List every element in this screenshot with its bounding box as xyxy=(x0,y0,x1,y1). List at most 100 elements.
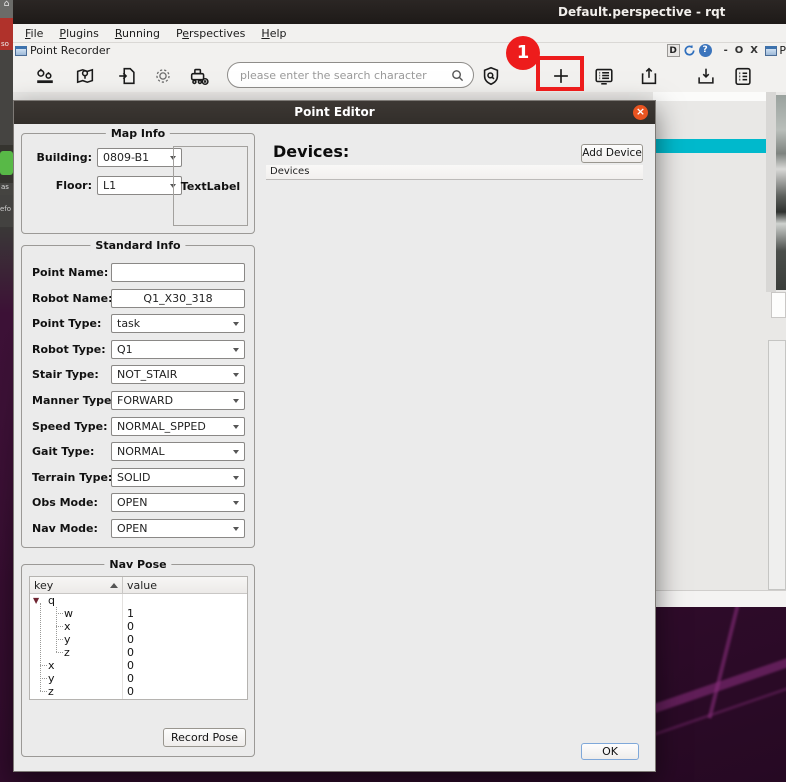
robot-settings-icon[interactable] xyxy=(187,64,211,88)
manner-type-select[interactable]: FORWARD xyxy=(111,391,245,410)
speed-type-label: Speed Type: xyxy=(32,420,108,433)
field-row: Gait Type:NORMAL xyxy=(22,442,256,462)
point-name-label: Point Name: xyxy=(32,266,108,279)
menu-running[interactable]: Running xyxy=(107,25,168,42)
record-pose-button[interactable]: Record Pose xyxy=(163,728,246,747)
nav-pose-group: Nav Pose key value ▼qw1x0y0z0x0y0z0 Reco… xyxy=(21,564,255,757)
terrain-type-label: Terrain Type: xyxy=(32,471,112,484)
terrain-type-select[interactable]: SOLID xyxy=(111,468,245,487)
obs-mode-label: Obs Mode: xyxy=(32,496,98,509)
launcher-item[interactable] xyxy=(0,50,13,145)
manner-type-label: Manner Type: xyxy=(32,394,116,407)
stair-type-select[interactable]: NOT_STAIR xyxy=(111,365,245,384)
floor-select[interactable]: L1 xyxy=(97,176,182,195)
save-file-icon[interactable] xyxy=(115,64,139,88)
field-row: Point Type: task xyxy=(22,314,256,334)
record-settings-icon[interactable] xyxy=(33,64,57,88)
point-type-select[interactable]: task xyxy=(111,314,245,333)
search-input[interactable] xyxy=(240,69,451,82)
dock-d-button[interactable]: D xyxy=(667,44,680,57)
expand-arrow-icon[interactable]: ▼ xyxy=(33,596,39,605)
ok-button[interactable]: OK xyxy=(581,743,639,760)
chevron-down-icon xyxy=(233,399,239,403)
tree-row-x[interactable]: x0 xyxy=(30,620,247,633)
menu-perspectives[interactable]: Perspectives xyxy=(168,25,253,42)
export-icon[interactable] xyxy=(637,64,661,88)
help-icon[interactable]: ? xyxy=(699,44,712,57)
screen-titlebar: Default.perspective - rqt xyxy=(0,0,786,24)
point-type-label: Point Type: xyxy=(32,317,101,330)
background-panel xyxy=(653,92,766,101)
nav-mode-select[interactable]: OPEN xyxy=(111,519,245,538)
field-row: Nav Mode:OPEN xyxy=(22,519,256,539)
building-select[interactable]: 0809-B1 xyxy=(97,148,182,167)
point-editor-dialog: Point Editor × Map Info Building: 0809-B… xyxy=(13,100,656,772)
devices-table-header[interactable]: Devices xyxy=(266,165,643,180)
robot-name-label: Robot Name: xyxy=(32,292,113,305)
dialog-title: Point Editor xyxy=(294,105,374,119)
scrollbar[interactable] xyxy=(766,92,776,292)
field-row: Stair Type: NOT_STAIR xyxy=(22,365,256,385)
point-name-input[interactable] xyxy=(111,263,245,282)
tree-header: key value xyxy=(30,577,247,594)
launcher-home-icon[interactable]: ⌂ xyxy=(0,0,13,18)
floor-label: Floor: xyxy=(28,179,92,192)
import-icon[interactable] xyxy=(694,64,718,88)
add-device-button[interactable]: Add Device xyxy=(581,144,643,163)
dock-titlebar: Point Recorder D ? - O X P xyxy=(13,43,786,59)
search-box xyxy=(227,62,474,88)
chevron-down-icon xyxy=(233,348,239,352)
robot-type-select[interactable]: Q1 xyxy=(111,340,245,359)
tree-header-key[interactable]: key xyxy=(34,579,53,592)
selected-list-item[interactable] xyxy=(656,139,766,153)
menu-help[interactable]: Help xyxy=(253,25,294,42)
chevron-down-icon xyxy=(233,501,239,505)
tree-row-z[interactable]: z0 xyxy=(30,646,247,659)
chevron-down-icon xyxy=(233,322,239,326)
map-info-group: Map Info Building: 0809-B1 Floor: L1 Tex… xyxy=(21,133,255,234)
dialog-close-button[interactable]: × xyxy=(633,105,648,120)
standard-info-group: Standard Info Point Name:Robot Name:Poin… xyxy=(21,245,255,548)
field-row: Point Name: xyxy=(22,263,256,283)
verify-point-icon[interactable] xyxy=(479,64,503,88)
tree-row-x[interactable]: x0 xyxy=(30,659,247,672)
map-point-icon[interactable] xyxy=(73,64,97,88)
tree-row-y[interactable]: y0 xyxy=(30,672,247,685)
refresh-icon[interactable] xyxy=(683,44,696,57)
task-list-icon[interactable] xyxy=(731,64,755,88)
menu-bar: FilePluginsRunningPerspectivesHelp xyxy=(13,24,786,43)
gear-icon[interactable] xyxy=(151,64,175,88)
tree-header-value[interactable]: value xyxy=(127,579,157,592)
sort-ascending-icon xyxy=(110,583,118,588)
building-label: Building: xyxy=(28,151,92,164)
launcher-item[interactable] xyxy=(0,145,13,183)
speed-type-select[interactable]: NORMAL_SPPED xyxy=(111,417,245,436)
robot-name-input[interactable] xyxy=(111,289,245,308)
menu-plugins[interactable]: Plugins xyxy=(51,25,106,42)
tree-row-y[interactable]: y0 xyxy=(30,633,247,646)
dialog-titlebar: Point Editor × xyxy=(14,101,655,124)
dock-float-button[interactable]: O xyxy=(735,45,744,56)
field-row: Speed Type:NORMAL_SPPED xyxy=(22,417,256,437)
point-list-icon[interactable] xyxy=(592,64,616,88)
camera-thumbnail xyxy=(776,95,786,290)
next-dock-icon xyxy=(765,46,777,56)
gait-type-select[interactable]: NORMAL xyxy=(111,442,245,461)
launcher-item-label: efo xyxy=(0,195,13,227)
map-info-legend: Map Info xyxy=(106,127,170,140)
dock-close-button[interactable]: X xyxy=(750,45,758,56)
point-recorder-icon xyxy=(15,46,27,56)
menu-file[interactable]: File xyxy=(17,25,51,42)
stair-type-label: Stair Type: xyxy=(32,368,99,381)
dock-title: Point Recorder xyxy=(30,44,110,57)
launcher-strip: ⌂ so as efo xyxy=(0,0,13,782)
chevron-down-icon xyxy=(233,450,239,454)
tree-row-q[interactable]: ▼q xyxy=(30,594,247,607)
devices-heading: Devices: xyxy=(273,142,349,161)
field-row: Robot Name: xyxy=(22,289,256,309)
obs-mode-select[interactable]: OPEN xyxy=(111,493,245,512)
dock-minimize-button[interactable]: - xyxy=(724,45,728,56)
tree-row-w[interactable]: w1 xyxy=(30,607,247,620)
launcher-item[interactable]: so xyxy=(0,18,13,50)
tree-row-z[interactable]: z0 xyxy=(30,685,247,698)
